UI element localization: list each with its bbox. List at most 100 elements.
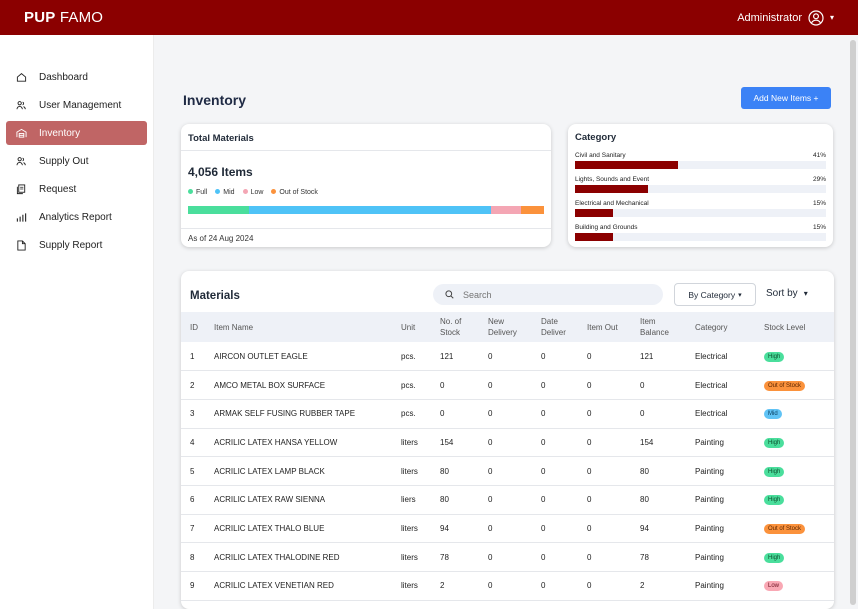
bar-mid (248, 206, 491, 214)
category-name: Lights, Sounds and Event (575, 176, 650, 183)
home-icon (16, 72, 27, 83)
brand-logo[interactable]: PUP FAMO (24, 9, 103, 26)
table-row[interactable]: 8 ACRILIC LATEX THALODINE RED liters 78 0 0 0 7… (181, 542, 834, 572)
cell-category: Painting (695, 571, 764, 601)
column-header[interactable]: ID (181, 312, 214, 342)
total-materials-title: Total Materials (181, 124, 551, 151)
category-percent: 15% (812, 224, 826, 231)
category-bar-fill (575, 185, 648, 193)
cell-out: 0 (587, 514, 640, 544)
top-bar: PUP FAMO Administrator ▾ (0, 0, 858, 35)
sidebar-item-supply-report[interactable]: Supply Report (6, 233, 147, 257)
page-scrollbar[interactable] (850, 40, 856, 605)
table-row[interactable]: 6 ACRILIC LATEX RAW SIENNA liers 80 0 0 0 80 Pai… (181, 485, 834, 515)
column-header[interactable]: Category (695, 312, 764, 342)
status-badge: Out of Stock (764, 523, 806, 534)
column-header[interactable]: New Delivery (488, 312, 541, 342)
cell-new: 0 (488, 428, 541, 458)
cell-new: 0 (488, 456, 541, 486)
sidebar-item-user-management[interactable]: User Management (6, 93, 147, 117)
cell-id: 9 (181, 571, 214, 601)
sidebar-item-analytics-report[interactable]: Analytics Report (6, 205, 147, 229)
status-badge: High (764, 466, 785, 477)
cell-out: 0 (587, 571, 640, 601)
cell-new: 0 (488, 370, 541, 400)
cell-new: 0 (488, 485, 541, 515)
stock-distribution-bar (188, 206, 544, 214)
sidebar-item-inventory[interactable]: Inventory (6, 121, 147, 145)
sidebar-item-request[interactable]: Request (6, 177, 147, 201)
legend-low: Low (242, 189, 263, 196)
cell-balance: 78 (640, 542, 695, 572)
category-bar-track (575, 161, 826, 169)
cell-category: Painting (695, 485, 764, 515)
category-bar-fill (575, 161, 678, 169)
table-row[interactable]: 5 ACRILIC LATEX LAMP BLACK liters 80 0 0 0 80 Pa… (181, 456, 834, 486)
cell-name: ACRILIC LATEX HANSA YELLOW (214, 428, 401, 458)
sidebar-item-label: Supply Out (39, 155, 89, 167)
category-row: Civil and Sanitary 41% (575, 152, 826, 169)
search-icon (445, 290, 454, 299)
category-name: Electrical and Mechanical (575, 200, 649, 207)
total-materials-card: Total Materials 4,056 Items Full Mid Low… (181, 124, 551, 247)
cell-date: 0 (541, 571, 587, 601)
cell-id: 3 (181, 399, 214, 429)
column-header[interactable]: Item Name (214, 312, 401, 342)
table-row[interactable]: 3 ARMAK SELF FUSING RUBBER TAPE pcs. 0 0 0 0 0 E… (181, 399, 834, 429)
chevron-down-icon: ▾ (829, 13, 834, 22)
bar-full (188, 206, 249, 214)
status-badge: High (764, 552, 785, 563)
cell-stock-level: High (764, 542, 834, 572)
cell-balance: 80 (640, 456, 695, 486)
legend-out-of-stock: Out of Stock (271, 189, 318, 196)
scrollbar-thumb[interactable] (850, 40, 856, 605)
cell-category: Painting (695, 428, 764, 458)
cell-name: ACRILIC LATEX RAW SIENNA (214, 485, 401, 515)
table-row[interactable]: 2 AMCO METAL BOX SURFACE pcs. 0 0 0 0 0 Electric… (181, 370, 834, 400)
user-menu[interactable]: Administrator ▾ (737, 9, 834, 26)
cell-date: 0 (541, 485, 587, 515)
table-row[interactable]: 1 AIRCON OUTLET EAGLE pcs. 121 0 0 0 121 Electri… (181, 342, 834, 372)
column-header[interactable]: Date Deliver (541, 312, 587, 342)
category-title: Category (575, 132, 617, 143)
column-header[interactable]: Item Balance (640, 312, 695, 342)
users-icon (16, 156, 27, 167)
cell-date: 0 (541, 399, 587, 429)
column-header[interactable]: Item Out (587, 312, 640, 342)
cell-out: 0 (587, 342, 640, 372)
documents-icon (16, 183, 27, 195)
sidebar-item-label: Inventory (39, 127, 81, 139)
cell-stock: 154 (440, 428, 488, 458)
chevron-down-icon: ▾ (738, 291, 742, 299)
stock-legend: Full Mid Low Out of Stock (181, 189, 551, 196)
category-bar-track (575, 185, 826, 193)
cell-balance: 0 (640, 370, 695, 400)
category-filter-dropdown[interactable]: By Category ▾ (674, 283, 756, 306)
search-box[interactable] (433, 284, 663, 305)
cell-out: 0 (587, 542, 640, 572)
table-row[interactable]: 7 ACRILIC LATEX THALO BLUE liters 94 0 0 0 94 Pa… (181, 514, 834, 544)
table-row[interactable]: 9 ACRILIC LATEX VENETIAN RED liters 2 0 0 0 2 Pa… (181, 571, 834, 601)
column-header[interactable]: No. of Stock (440, 312, 488, 342)
cell-balance: 154 (640, 428, 695, 458)
materials-table: ID Item Name Unit No. of Stock New Delivery D… (181, 312, 834, 601)
cell-stock: 78 (440, 542, 488, 572)
table-row[interactable]: 4 ACRILIC LATEX HANSA YELLOW liters 154 0 0 0 1… (181, 428, 834, 458)
cell-category: Electrical (695, 370, 764, 400)
column-header[interactable]: Stock Level (764, 312, 834, 342)
warehouse-icon (16, 128, 27, 139)
sidebar-item-dashboard[interactable]: Dashboard (6, 65, 147, 89)
cell-balance: 0 (640, 399, 695, 429)
add-new-items-button[interactable]: Add New Items + (741, 87, 831, 109)
sort-by-dropdown[interactable]: Sort by ▾ (766, 288, 808, 299)
sidebar-item-supply-out[interactable]: Supply Out (6, 149, 147, 173)
user-name: Administrator (737, 11, 802, 24)
sidebar-item-label: User Management (39, 99, 122, 111)
cell-stock-level: Out of Stock (764, 514, 834, 544)
cell-category: Electrical (695, 399, 764, 429)
cell-out: 0 (587, 485, 640, 515)
column-header[interactable]: Unit (401, 312, 440, 342)
category-percent: 41% (812, 152, 826, 159)
cell-stock: 2 (440, 571, 488, 601)
search-input[interactable] (463, 289, 643, 300)
